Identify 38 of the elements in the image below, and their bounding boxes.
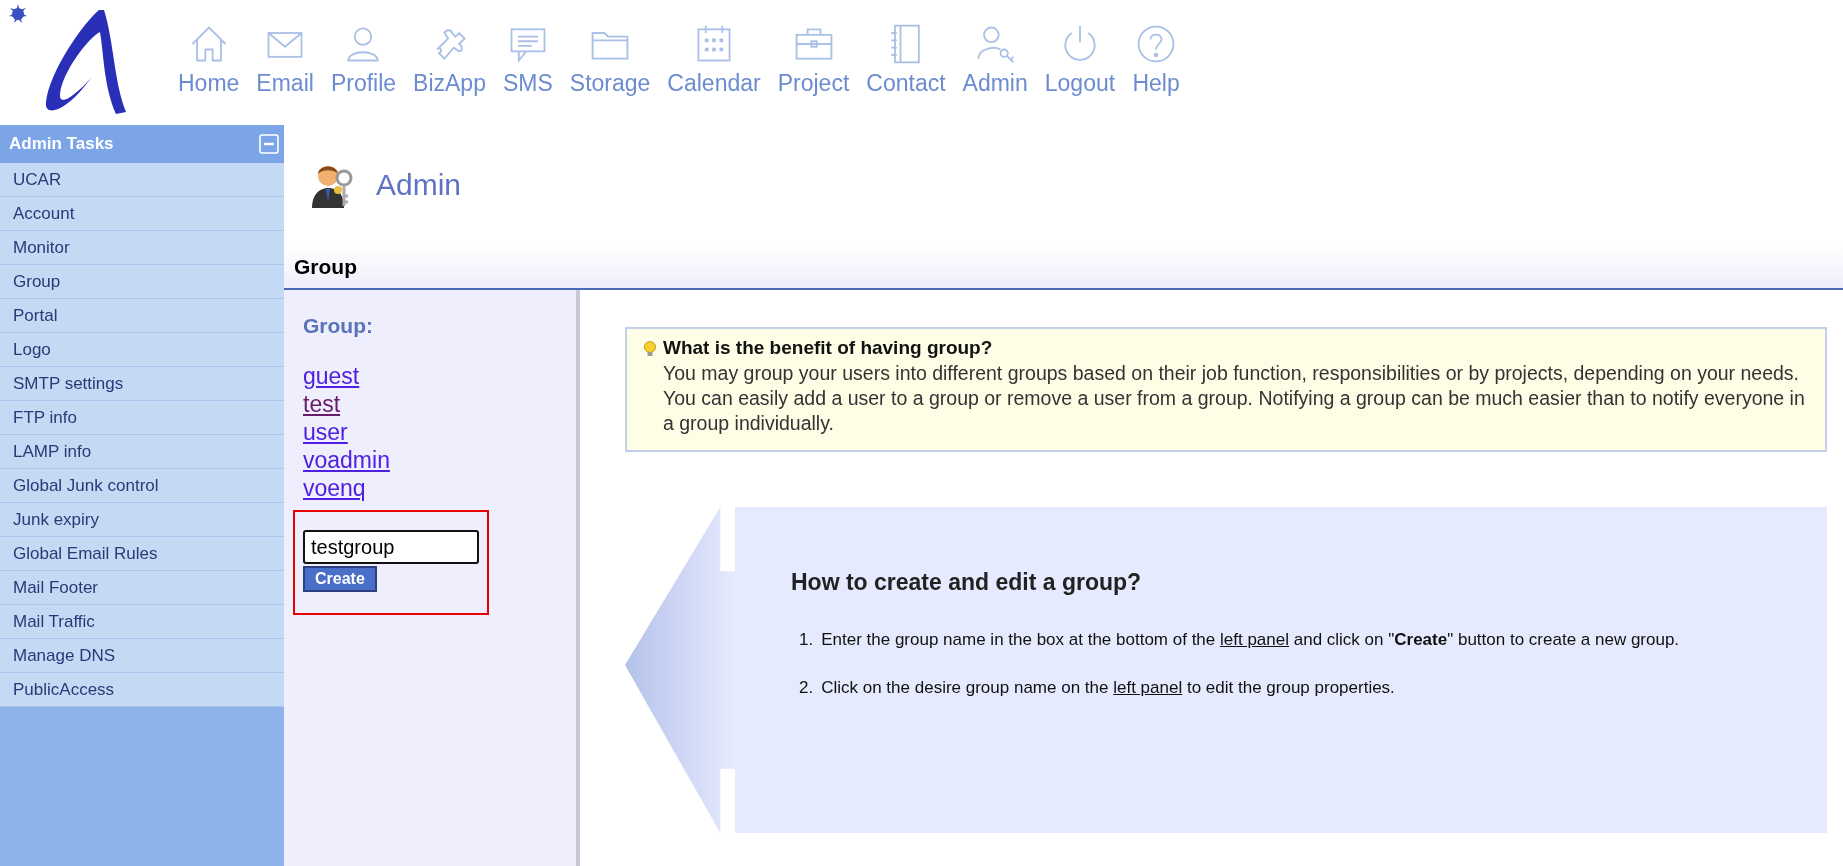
- sidebar-item[interactable]: Global Email Rules: [0, 537, 284, 571]
- group-link[interactable]: voenq: [303, 474, 366, 502]
- instructions-title: How to create and edit a group?: [791, 569, 1143, 596]
- lightbulb-icon: [643, 340, 657, 358]
- sidebar-item[interactable]: SMTP settings: [0, 367, 284, 401]
- sidebar-item[interactable]: Monitor: [0, 231, 284, 265]
- group-heading: Group:: [303, 314, 374, 338]
- step-number: 2.: [799, 677, 814, 699]
- section-title: Group: [294, 254, 357, 279]
- collapse-icon[interactable]: [259, 134, 279, 154]
- sidebar-item[interactable]: Account: [0, 197, 284, 231]
- step-text: Enter the group name in the box at the bottom of the left panel and click on "Create" button to create a new group.: [821, 629, 1680, 651]
- group-link[interactable]: user: [303, 418, 348, 446]
- left-panel-link[interactable]: left panel: [1220, 630, 1289, 649]
- group-link[interactable]: guest: [303, 362, 360, 390]
- sidebar-item[interactable]: Junk expiry: [0, 503, 284, 537]
- sidebar-item[interactable]: Mail Footer: [0, 571, 284, 605]
- sidebar-item[interactable]: Group: [0, 265, 284, 299]
- sidebar-item[interactable]: Manage DNS: [0, 639, 284, 673]
- group-link[interactable]: test: [303, 390, 341, 418]
- group-link[interactable]: voadmin: [303, 446, 390, 474]
- sidebar-item[interactable]: UCAR: [0, 163, 284, 197]
- sidebar-item[interactable]: PublicAccess: [0, 673, 284, 707]
- sidebar-item[interactable]: FTP info: [0, 401, 284, 435]
- sidebar-item[interactable]: Logo: [0, 333, 284, 367]
- info-title: What is the benefit of having group?: [663, 337, 994, 359]
- step-text: Click on the desire group name on the left panel to edit the group properties.: [821, 677, 1395, 699]
- step-number: 1.: [799, 629, 814, 651]
- sidebar-item[interactable]: Mail Traffic: [0, 605, 284, 639]
- page-title: Admin: [376, 168, 462, 202]
- sidebar-item[interactable]: Global Junk control: [0, 469, 284, 503]
- info-text: You may group your users into different groups based on their job function, responsibilities or by projects, depending on your needs. You can easily add a user to a group or remove a user from a group. Notifying a group can be much easier than to notify everyone in a group individually.: [663, 361, 1806, 436]
- create-button[interactable]: Create: [303, 566, 377, 592]
- sidebar-item[interactable]: LAMP info: [0, 435, 284, 469]
- sidebar-item[interactable]: Portal: [0, 299, 284, 333]
- sidebar-title: Admin Tasks: [9, 134, 114, 154]
- group-name-input[interactable]: testgroup: [303, 530, 479, 564]
- left-panel-link[interactable]: left panel: [1113, 678, 1183, 697]
